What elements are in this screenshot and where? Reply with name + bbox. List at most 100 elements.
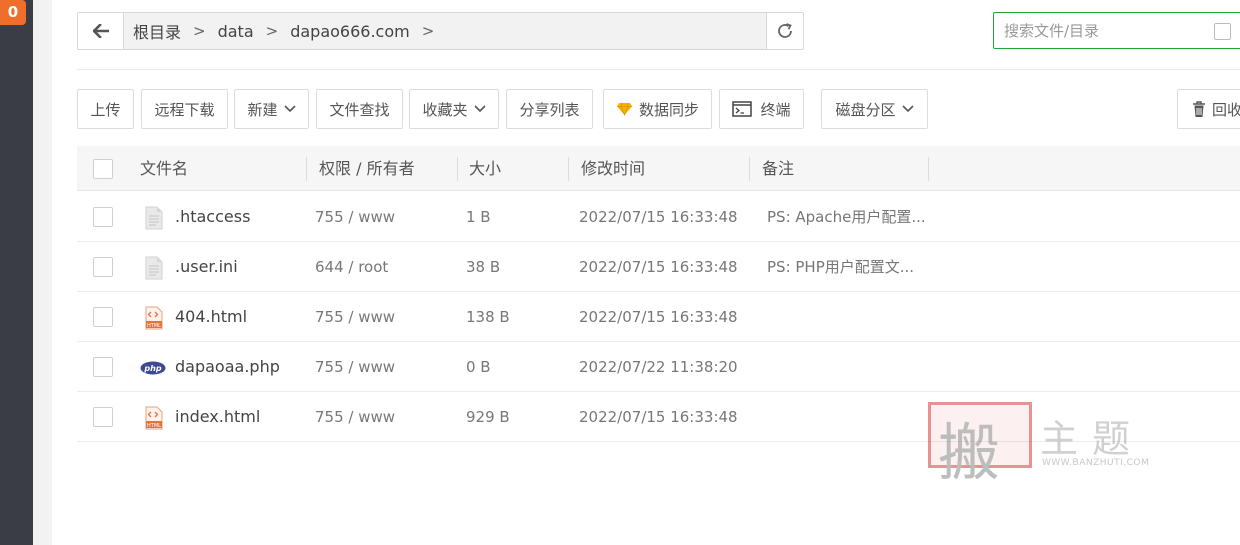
file-size: 38 B <box>466 258 501 276</box>
new-label: 新建 <box>247 100 278 119</box>
row-checkbox[interactable] <box>93 357 113 377</box>
file-name[interactable]: 404.html <box>175 292 247 342</box>
terminal-button[interactable]: 终端 <box>719 89 804 129</box>
row-checkbox[interactable] <box>93 257 113 277</box>
file-permission[interactable]: 644 / root <box>315 242 388 292</box>
column-divider <box>928 157 929 181</box>
file-mtime: 2022/07/22 11:38:20 <box>579 358 738 376</box>
terminal-label: 终端 <box>760 100 791 119</box>
chevron-right-icon: > <box>193 22 206 40</box>
back-button[interactable] <box>78 13 124 49</box>
file-note[interactable]: PS: PHP用户配置文... <box>767 242 914 292</box>
share-list-button[interactable]: 分享列表 <box>506 89 593 129</box>
chevron-right-icon: > <box>265 22 279 40</box>
terminal-icon <box>732 101 753 117</box>
search-subdir-checkbox[interactable] <box>1214 23 1231 40</box>
file-name[interactable]: .user.ini <box>175 242 238 292</box>
chevron-down-icon <box>283 105 296 113</box>
chevron-right-icon[interactable]: > <box>422 22 435 40</box>
header-filename[interactable]: 文件名 <box>140 146 188 191</box>
share-list-label: 分享列表 <box>519 100 580 119</box>
favorites-label: 收藏夹 <box>422 100 468 119</box>
select-all-checkbox[interactable] <box>93 159 113 179</box>
arrow-left-icon <box>92 24 109 38</box>
file-mtime: 2022/07/15 16:33:48 <box>579 208 738 226</box>
table-row[interactable]: .htaccess 755 / www 1 B 2022/07/15 16:33… <box>77 192 1240 242</box>
breadcrumb-site[interactable]: dapao666.com <box>290 22 410 41</box>
row-checkbox[interactable] <box>93 207 113 227</box>
file-note[interactable]: PS: Apache用户配置... <box>767 192 926 242</box>
html-file-icon: HTML <box>145 306 163 330</box>
row-checkbox[interactable] <box>93 407 113 427</box>
file-search-button[interactable]: 文件查找 <box>316 89 403 129</box>
file-size: 0 B <box>466 358 491 376</box>
notification-badge[interactable]: 0 <box>0 0 26 25</box>
recycle-bin-button[interactable]: 回收 <box>1177 89 1240 129</box>
divider <box>77 69 1240 70</box>
svg-text:php: php <box>143 364 161 373</box>
refresh-icon <box>778 23 792 38</box>
file-name[interactable]: .htaccess <box>175 192 250 242</box>
table-row[interactable]: .user.ini 644 / root 38 B 2022/07/15 16:… <box>77 242 1240 292</box>
favorites-button[interactable]: 收藏夹 <box>409 89 499 129</box>
sidebar-gutter <box>33 0 52 545</box>
data-sync-button[interactable]: 数据同步 <box>603 89 712 129</box>
disk-partition-button[interactable]: 磁盘分区 <box>821 89 928 129</box>
breadcrumb-root[interactable]: 根目录 <box>133 19 181 43</box>
svg-text:HTML: HTML <box>147 323 161 329</box>
breadcrumb: 根目录 > data > dapao666.com > <box>124 19 766 43</box>
file-size: 138 B <box>466 308 510 326</box>
file-permission[interactable]: 755 / www <box>315 392 395 442</box>
table-row[interactable]: php dapaoaa.php 755 / www 0 B 2022/07/22… <box>77 342 1240 392</box>
table-row[interactable]: HTML 404.html 755 / www 138 B 2022/07/15… <box>77 292 1240 342</box>
header-permission[interactable]: 权限 / 所有者 <box>319 146 415 191</box>
file-mtime: 2022/07/15 16:33:48 <box>579 408 738 426</box>
svg-text:HTML: HTML <box>147 423 161 429</box>
header-size[interactable]: 大小 <box>469 146 501 191</box>
file-manager: 根目录 > data > dapao666.com > 上传 远程下载 新建 <box>52 0 1240 545</box>
file-name[interactable]: index.html <box>175 392 260 442</box>
refresh-button[interactable] <box>766 13 803 49</box>
chevron-down-icon <box>473 105 486 113</box>
file-name[interactable]: dapaoaa.php <box>175 342 280 392</box>
remote-download-button[interactable]: 远程下载 <box>141 89 228 129</box>
header-note: 备注 <box>762 159 795 178</box>
data-sync-label: 数据同步 <box>638 100 699 119</box>
remote-download-label: 远程下载 <box>154 100 215 119</box>
breadcrumb-data[interactable]: data <box>218 22 254 41</box>
search-box <box>993 12 1240 49</box>
watermark-url: WWW.BANZHUTI.COM <box>1042 458 1150 468</box>
watermark-seal-char: 搬 <box>938 416 1001 489</box>
upload-button[interactable]: 上传 <box>77 89 134 129</box>
file-mtime: 2022/07/15 16:33:48 <box>579 258 738 276</box>
file-permission[interactable]: 755 / www <box>315 192 395 242</box>
text-file-icon <box>145 206 163 230</box>
row-checkbox[interactable] <box>93 307 113 327</box>
search-input[interactable] <box>994 13 1194 48</box>
column-divider <box>749 157 750 181</box>
table-header: 文件名 权限 / 所有者 大小 修改时间 备注 <box>77 146 1240 191</box>
text-file-icon <box>145 256 163 280</box>
file-permission[interactable]: 755 / www <box>315 292 395 342</box>
path-bar: 根目录 > data > dapao666.com > <box>77 12 804 50</box>
disk-partition-label: 磁盘分区 <box>835 100 896 119</box>
diamond-icon <box>616 102 632 116</box>
php-file-icon: php <box>140 361 166 375</box>
watermark: 搬 主题 WWW.BANZHUTI.COM <box>928 402 1158 502</box>
file-size: 1 B <box>466 208 491 226</box>
file-search-label: 文件查找 <box>329 100 390 119</box>
html-file-icon: HTML <box>145 406 163 430</box>
chevron-down-icon <box>901 105 914 113</box>
sidebar: 0 <box>0 0 33 545</box>
file-size: 929 B <box>466 408 510 426</box>
column-divider <box>568 157 569 181</box>
watermark-text: 主题 <box>1040 417 1145 461</box>
new-button[interactable]: 新建 <box>234 89 309 129</box>
trash-icon <box>1193 100 1205 117</box>
recycle-bin-label: 回收 <box>1212 100 1240 119</box>
column-divider <box>457 157 458 181</box>
column-divider <box>306 157 307 181</box>
file-permission[interactable]: 755 / www <box>315 342 395 392</box>
upload-label: 上传 <box>90 100 121 119</box>
header-modified[interactable]: 修改时间 <box>581 146 645 191</box>
